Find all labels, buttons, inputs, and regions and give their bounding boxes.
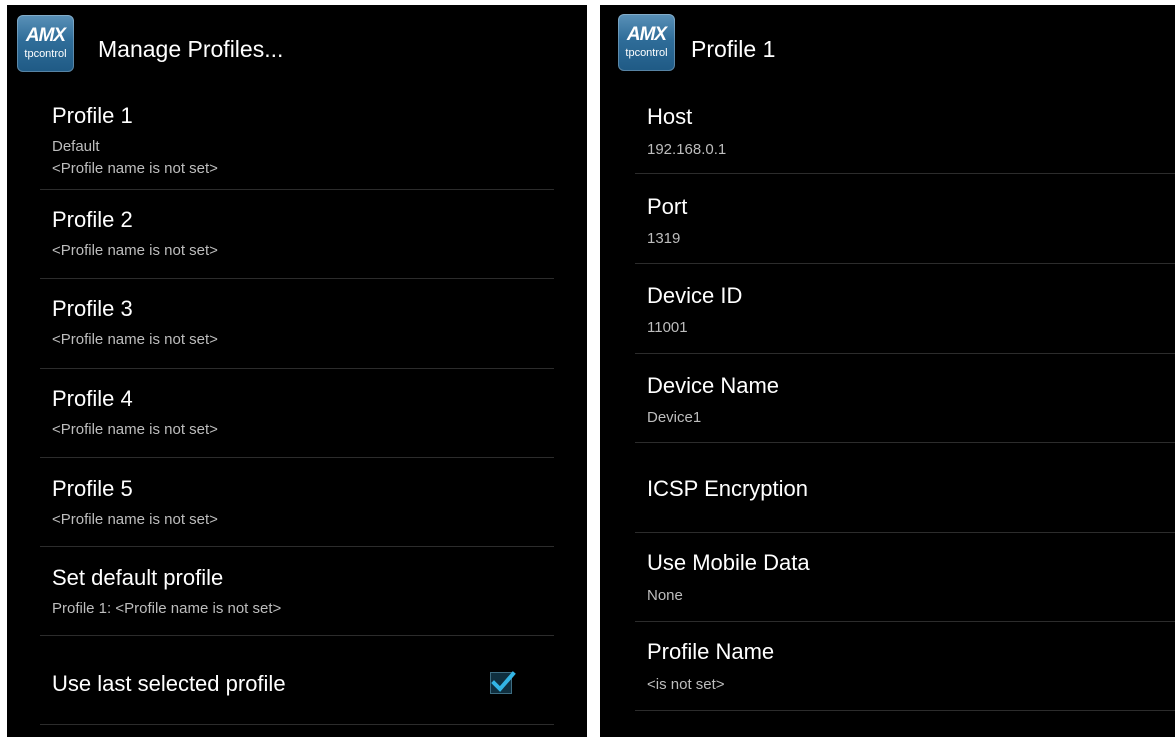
item-subtitle: <Profile name is not set> — [52, 160, 218, 177]
use-last-selected-profile-item[interactable]: Use last selected profile — [40, 636, 554, 725]
app-icon-brand: AMX — [626, 24, 667, 45]
action-bar: AMX tpcontrol Profile 1 — [600, 5, 1175, 89]
device-id-item[interactable]: Device ID 11001 — [635, 264, 1175, 354]
item-subtitle: 1319 — [647, 230, 681, 247]
manage-profiles-screen: AMX tpcontrol Manage Profiles... Profile… — [7, 5, 587, 737]
item-subtitle: <is not set> — [647, 676, 725, 693]
profile-2-item[interactable]: Profile 2 <Profile name is not set> — [40, 190, 554, 279]
item-subtitle: <Profile name is not set> — [52, 331, 218, 348]
amx-tpcontrol-icon[interactable]: AMX tpcontrol — [17, 15, 74, 72]
item-title: Use last selected profile — [52, 671, 286, 696]
port-item[interactable]: Port 1319 — [635, 174, 1175, 264]
icsp-encryption-item[interactable]: ICSP Encryption — [635, 443, 1175, 533]
app-icon-subtitle: tpcontrol — [24, 48, 67, 60]
item-subtitle: <Profile name is not set> — [52, 421, 218, 438]
item-subtitle: 11001 — [647, 319, 688, 336]
profile-5-item[interactable]: Profile 5 <Profile name is not set> — [40, 458, 554, 547]
page-title: Profile 1 — [691, 36, 776, 62]
item-title: ICSP Encryption — [647, 476, 809, 501]
app-icon-brand: AMX — [25, 25, 66, 46]
item-title: Set default profile — [52, 565, 224, 590]
device-name-item[interactable]: Device Name Device1 — [635, 354, 1175, 443]
item-subtitle: Device1 — [647, 409, 702, 426]
item-title: Profile 2 — [52, 207, 133, 232]
app-icon-subtitle: tpcontrol — [625, 47, 668, 59]
profile-1-item[interactable]: Profile 1 Default <Profile name is not s… — [40, 90, 554, 190]
divider — [635, 710, 1175, 711]
use-mobile-data-item[interactable]: Use Mobile Data None — [635, 533, 1175, 622]
item-subtitle: Profile 1: <Profile name is not set> — [52, 600, 282, 617]
item-subtitle: 192.168.0.1 — [647, 141, 727, 158]
item-subtitle: <Profile name is not set> — [52, 242, 218, 259]
item-subtitle: <Profile name is not set> — [52, 511, 218, 528]
page-title: Manage Profiles... — [98, 36, 284, 62]
set-default-profile-item[interactable]: Set default profile Profile 1: <Profile … — [40, 547, 554, 636]
item-title: Profile 1 — [52, 103, 133, 128]
item-title: Profile 5 — [52, 476, 133, 501]
item-title: Device ID — [647, 283, 743, 308]
check-icon — [491, 671, 516, 692]
item-title: Host — [647, 104, 693, 129]
item-title: Device Name — [647, 373, 780, 398]
use-last-profile-checkbox[interactable] — [490, 671, 516, 694]
item-title: Use Mobile Data — [647, 550, 810, 575]
amx-tpcontrol-icon[interactable]: AMX tpcontrol — [618, 14, 675, 71]
divider — [40, 724, 554, 725]
item-title: Profile 4 — [52, 386, 133, 411]
host-item[interactable]: Host 192.168.0.1 — [635, 90, 1175, 174]
item-subtitle: None — [647, 587, 683, 604]
item-title: Port — [647, 194, 688, 219]
item-subtitle: Default — [52, 138, 100, 155]
item-title: Profile Name — [647, 639, 775, 664]
item-title: Profile 3 — [52, 296, 133, 321]
profile-name-item[interactable]: Profile Name <is not set> — [635, 622, 1175, 711]
action-bar: AMX tpcontrol Manage Profiles... — [7, 5, 587, 89]
profile-4-item[interactable]: Profile 4 <Profile name is not set> — [40, 369, 554, 458]
profile-1-screen: AMX tpcontrol Profile 1 Host 192.168.0.1… — [600, 5, 1175, 737]
profile-3-item[interactable]: Profile 3 <Profile name is not set> — [40, 279, 554, 369]
